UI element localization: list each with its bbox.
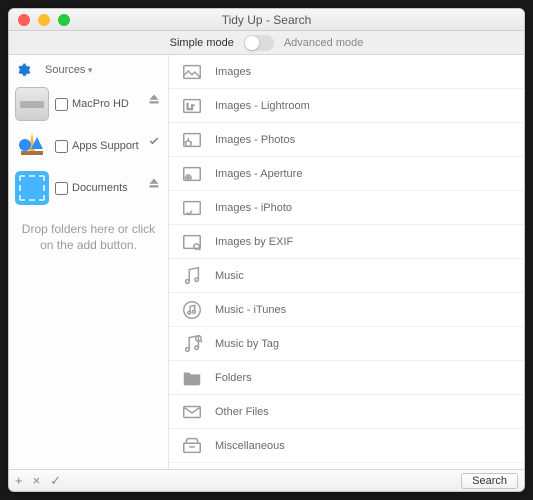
sources-dropdown[interactable]: Sources (45, 64, 92, 76)
remove-button[interactable]: × (33, 473, 41, 488)
category-label: Music by Tag (215, 338, 279, 350)
close-icon[interactable] (18, 14, 30, 26)
category-item[interactable]: Miscellaneous (169, 429, 524, 463)
category-item[interactable]: Music - iTunes (169, 293, 524, 327)
search-button[interactable]: Search (461, 473, 518, 489)
category-item[interactable]: Music (169, 259, 524, 293)
category-label: Images - iPhoto (215, 202, 292, 214)
gear-icon[interactable] (17, 63, 31, 77)
window-controls (9, 14, 70, 26)
category-label: Images - Lightroom (215, 100, 310, 112)
category-item[interactable]: Music by Tag (169, 327, 524, 361)
source-label: Documents (72, 182, 128, 194)
drawer-icon (181, 435, 203, 457)
category-label: Images by EXIF (215, 236, 293, 248)
category-label: Folders (215, 372, 252, 384)
mode-toggle[interactable] (244, 35, 274, 51)
source-checkbox[interactable] (55, 98, 68, 111)
photos-icon (181, 129, 203, 151)
zoom-icon[interactable] (58, 14, 70, 26)
category-list: Images Lr Images - Lightroom Images - Ph… (169, 55, 524, 469)
add-button[interactable]: + (15, 473, 23, 488)
category-label: Miscellaneous (215, 440, 285, 452)
category-label: Music (215, 270, 244, 282)
exif-icon (181, 231, 203, 253)
mode-simple-label[interactable]: Simple mode (170, 37, 234, 49)
category-item[interactable]: Images (169, 55, 524, 89)
category-item[interactable]: Images - iPhoto (169, 191, 524, 225)
music-icon (181, 265, 203, 287)
sidebar-item-docs[interactable]: Documents (9, 167, 168, 209)
sidebar-item-disk[interactable]: MacPro HD (9, 83, 168, 125)
drop-hint: Drop folders here or click on the add bu… (9, 209, 168, 265)
mode-bar: Simple mode Advanced mode (9, 31, 524, 55)
image-icon (181, 61, 203, 83)
svg-text:Lr: Lr (187, 102, 195, 111)
iphoto-icon (181, 197, 203, 219)
sidebar: Sources MacPro HD Apps Support Documents… (9, 55, 169, 469)
window-title: Tidy Up - Search (9, 13, 524, 27)
category-item[interactable]: Images - Aperture (169, 157, 524, 191)
source-checkbox[interactable] (55, 182, 68, 195)
source-checkbox[interactable] (55, 140, 68, 153)
category-label: Images (215, 66, 251, 78)
sidebar-item-apps[interactable]: Apps Support (9, 125, 168, 167)
footer: + × ✓ Search (9, 469, 524, 491)
category-item[interactable]: Images - Photos (169, 123, 524, 157)
category-label: Images - Photos (215, 134, 295, 146)
window: Tidy Up - Search Simple mode Advanced mo… (8, 8, 525, 492)
source-label: MacPro HD (72, 98, 129, 110)
main: Sources MacPro HD Apps Support Documents… (9, 55, 524, 469)
category-label: Other Files (215, 406, 269, 418)
titlebar: Tidy Up - Search (9, 9, 524, 31)
category-item[interactable]: Images by EXIF (169, 225, 524, 259)
sidebar-header: Sources (9, 59, 168, 81)
footer-actions: + × ✓ (15, 473, 61, 489)
mail-icon (181, 401, 203, 423)
folder-icon (181, 367, 203, 389)
itunes-icon (181, 299, 203, 321)
category-item[interactable]: Lr Images - Lightroom (169, 89, 524, 123)
category-item[interactable]: Folders (169, 361, 524, 395)
category-label: Images - Aperture (215, 168, 302, 180)
category-label: Music - iTunes (215, 304, 286, 316)
mode-advanced-label[interactable]: Advanced mode (284, 37, 364, 49)
minimize-icon[interactable] (38, 14, 50, 26)
aperture-icon (181, 163, 203, 185)
source-label: Apps Support (72, 140, 139, 152)
lightroom-icon: Lr (181, 95, 203, 117)
musictag-icon (181, 333, 203, 355)
confirm-button[interactable]: ✓ (50, 473, 61, 489)
category-item[interactable]: Other Files (169, 395, 524, 429)
